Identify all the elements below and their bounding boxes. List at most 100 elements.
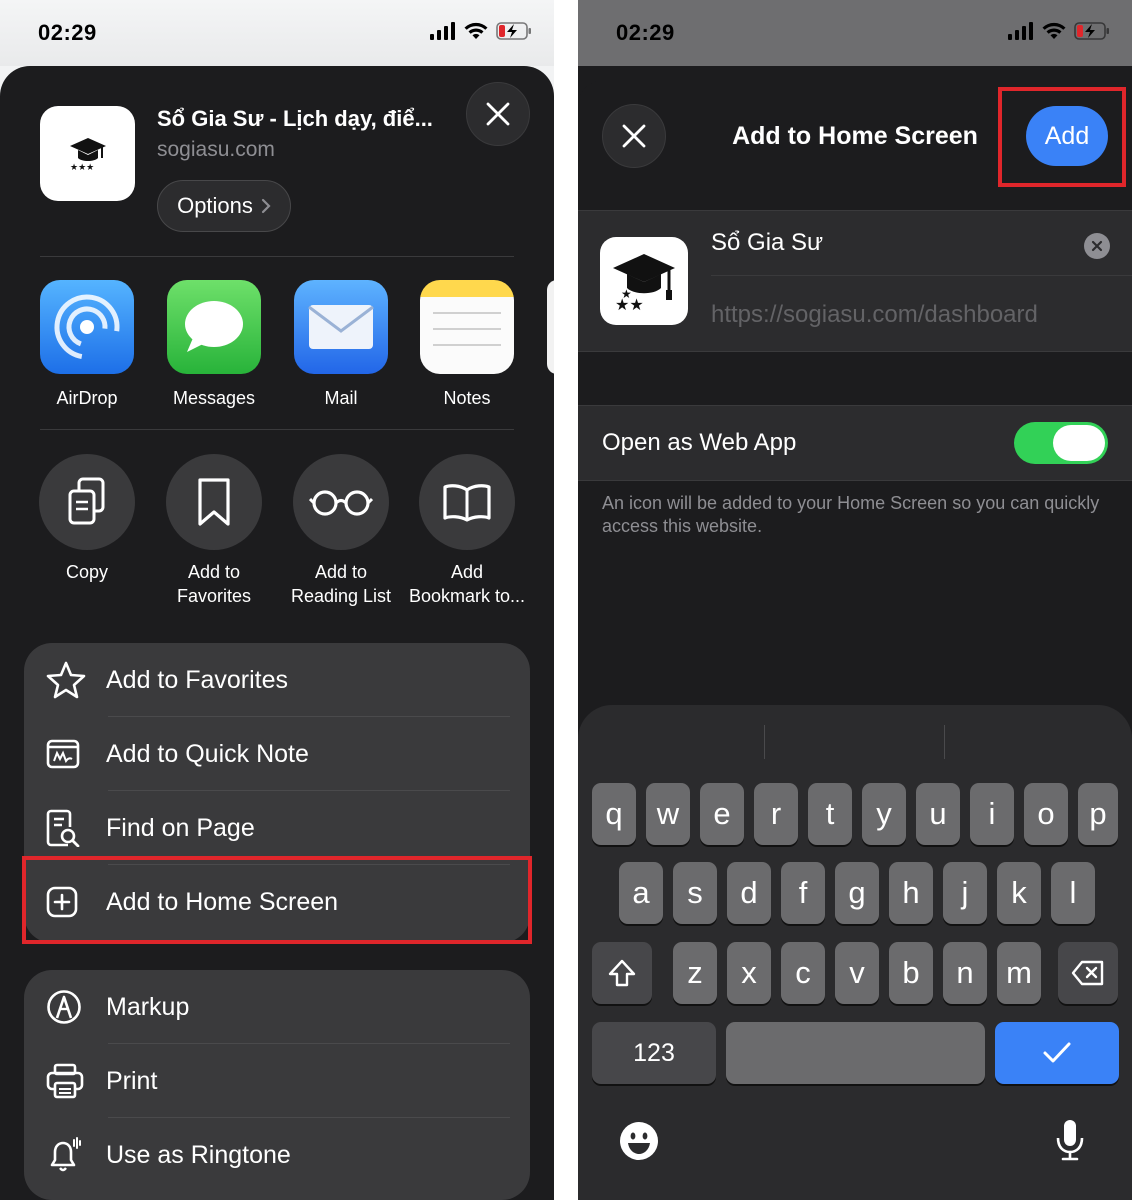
key-q[interactable]: q [592,783,636,845]
key-l[interactable]: l [1051,862,1095,924]
suggestion-divider [764,725,765,759]
highlight-box-add-button [998,87,1126,187]
shift-key[interactable] [592,942,652,1004]
add-to-quick-note-text: Add to Quick Note [106,739,309,768]
share-app-partial[interactable] [547,280,554,374]
clear-text-button[interactable] [1084,233,1110,259]
status-icons [1008,22,1110,40]
add-bookmark-label-1: Add [450,562,484,582]
key-c[interactable]: c [781,942,825,1004]
menu-group-2: Markup Print Use as Ringtone [24,970,530,1200]
delete-backspace-icon [1071,960,1104,986]
key-k[interactable]: k [997,862,1041,924]
suggestion-divider [944,725,945,759]
add-to-favorites-text: Add to Favorites [106,665,289,694]
emoji-button[interactable] [618,1120,660,1167]
key-z[interactable]: z [673,942,717,1004]
key-g[interactable]: g [835,862,879,924]
key-y[interactable]: y [862,783,906,845]
mail-label: Mail [324,388,358,408]
close-icon [486,102,510,126]
key-o[interactable]: o [1024,783,1068,845]
key-j[interactable]: j [943,862,987,924]
share-app-notes[interactable]: Notes [412,280,522,409]
wifi-icon [1042,22,1066,39]
mail-icon [294,280,388,374]
site-icon: ★★★ [40,106,135,201]
find-on-page-text: Find on Page [106,813,255,842]
action-add-to-reading-list[interactable]: Add to Reading List [277,454,405,608]
key-f[interactable]: f [781,862,825,924]
key-e[interactable]: e [700,783,744,845]
cellular-icon [430,22,455,40]
microphone-icon [1056,1120,1084,1161]
menu-item-print[interactable]: Print [24,1044,530,1118]
add-to-favorites-label-2: Favorites [176,586,252,606]
messages-label: Messages [172,388,256,408]
share-app-messages[interactable]: Messages [159,280,269,409]
key-r[interactable]: r [754,783,798,845]
panel-gap [554,0,578,1200]
status-icons [430,22,532,40]
key-n[interactable]: n [943,942,987,1004]
key-s[interactable]: s [673,862,717,924]
web-app-toggle[interactable] [1014,422,1108,464]
shortcut-url: https://sogiasu.com/dashboard [711,301,1038,328]
graduation-cap-icon: ★★ ★ [613,254,675,314]
copy-icon [39,454,135,550]
key-p[interactable]: p [1078,783,1118,845]
key-w[interactable]: w [646,783,690,845]
emoji-icon [620,1122,658,1160]
key-d[interactable]: d [727,862,771,924]
reading-list-label-2: Reading List [290,586,392,606]
share-app-airdrop[interactable]: AirDrop [32,280,142,409]
status-bar: 02:29 [578,0,1132,66]
markup-text: Markup [106,992,190,1021]
space-key[interactable] [726,1022,985,1084]
share-app-mail[interactable]: Mail [286,280,396,409]
airdrop-label: AirDrop [56,388,118,408]
key-h[interactable]: h [889,862,933,924]
checkmark-icon [1043,1042,1071,1063]
key-x[interactable]: x [727,942,771,1004]
share-sheet: ★★★ Sổ Gia Sư - Lịch dạy, điể... sogiasu… [0,66,554,1200]
shortcut-name-input[interactable]: Sổ Gia Sư [711,229,823,257]
key-i[interactable]: i [970,783,1014,845]
notes-icon [420,280,514,374]
menu-item-find-on-page[interactable]: Find on Page [24,791,530,865]
key-m[interactable]: m [997,942,1041,1004]
status-time: 02:29 [38,20,97,45]
action-add-bookmark[interactable]: Add Bookmark to... [403,454,531,608]
bell-waves-icon [50,1137,81,1172]
markup-icon [47,990,81,1024]
key-b[interactable]: b [889,942,933,1004]
shift-icon [608,959,636,987]
key-v[interactable]: v [835,942,879,1004]
action-copy[interactable]: Copy [23,454,151,584]
menu-item-markup[interactable]: Markup [24,970,530,1044]
options-button[interactable]: Options [157,180,291,232]
menu-item-use-as-ringtone[interactable]: Use as Ringtone [24,1118,530,1192]
menu-item-add-to-quick-note[interactable]: Add to Quick Note [24,717,530,791]
key-t[interactable]: t [808,783,852,845]
status-time: 02:29 [616,20,675,45]
numbers-key[interactable]: 123 [592,1022,716,1084]
key-u[interactable]: u [916,783,960,845]
divider [40,429,514,430]
glasses-icon [293,454,389,550]
action-add-to-favorites[interactable]: Add to Favorites [150,454,278,608]
airdrop-icon [40,280,134,374]
toggle-knob [1053,425,1105,461]
shortcut-info-card: ★★ ★ Sổ Gia Sư https://sogiasu.com/dashb… [578,210,1132,352]
key-a[interactable]: a [619,862,663,924]
dictation-button[interactable] [1054,1118,1086,1167]
menu-item-add-to-favorites[interactable]: Add to Favorites [24,643,530,717]
delete-key[interactable] [1058,942,1118,1004]
done-key[interactable] [995,1022,1119,1084]
copy-label: Copy [65,562,109,582]
close-button[interactable] [466,82,530,146]
add-to-favorites-label-1: Add to [187,562,241,582]
shortcut-icon: ★★ ★ [600,237,688,325]
svg-text:★★★: ★★★ [70,162,94,172]
battery-charging-icon [496,22,531,40]
